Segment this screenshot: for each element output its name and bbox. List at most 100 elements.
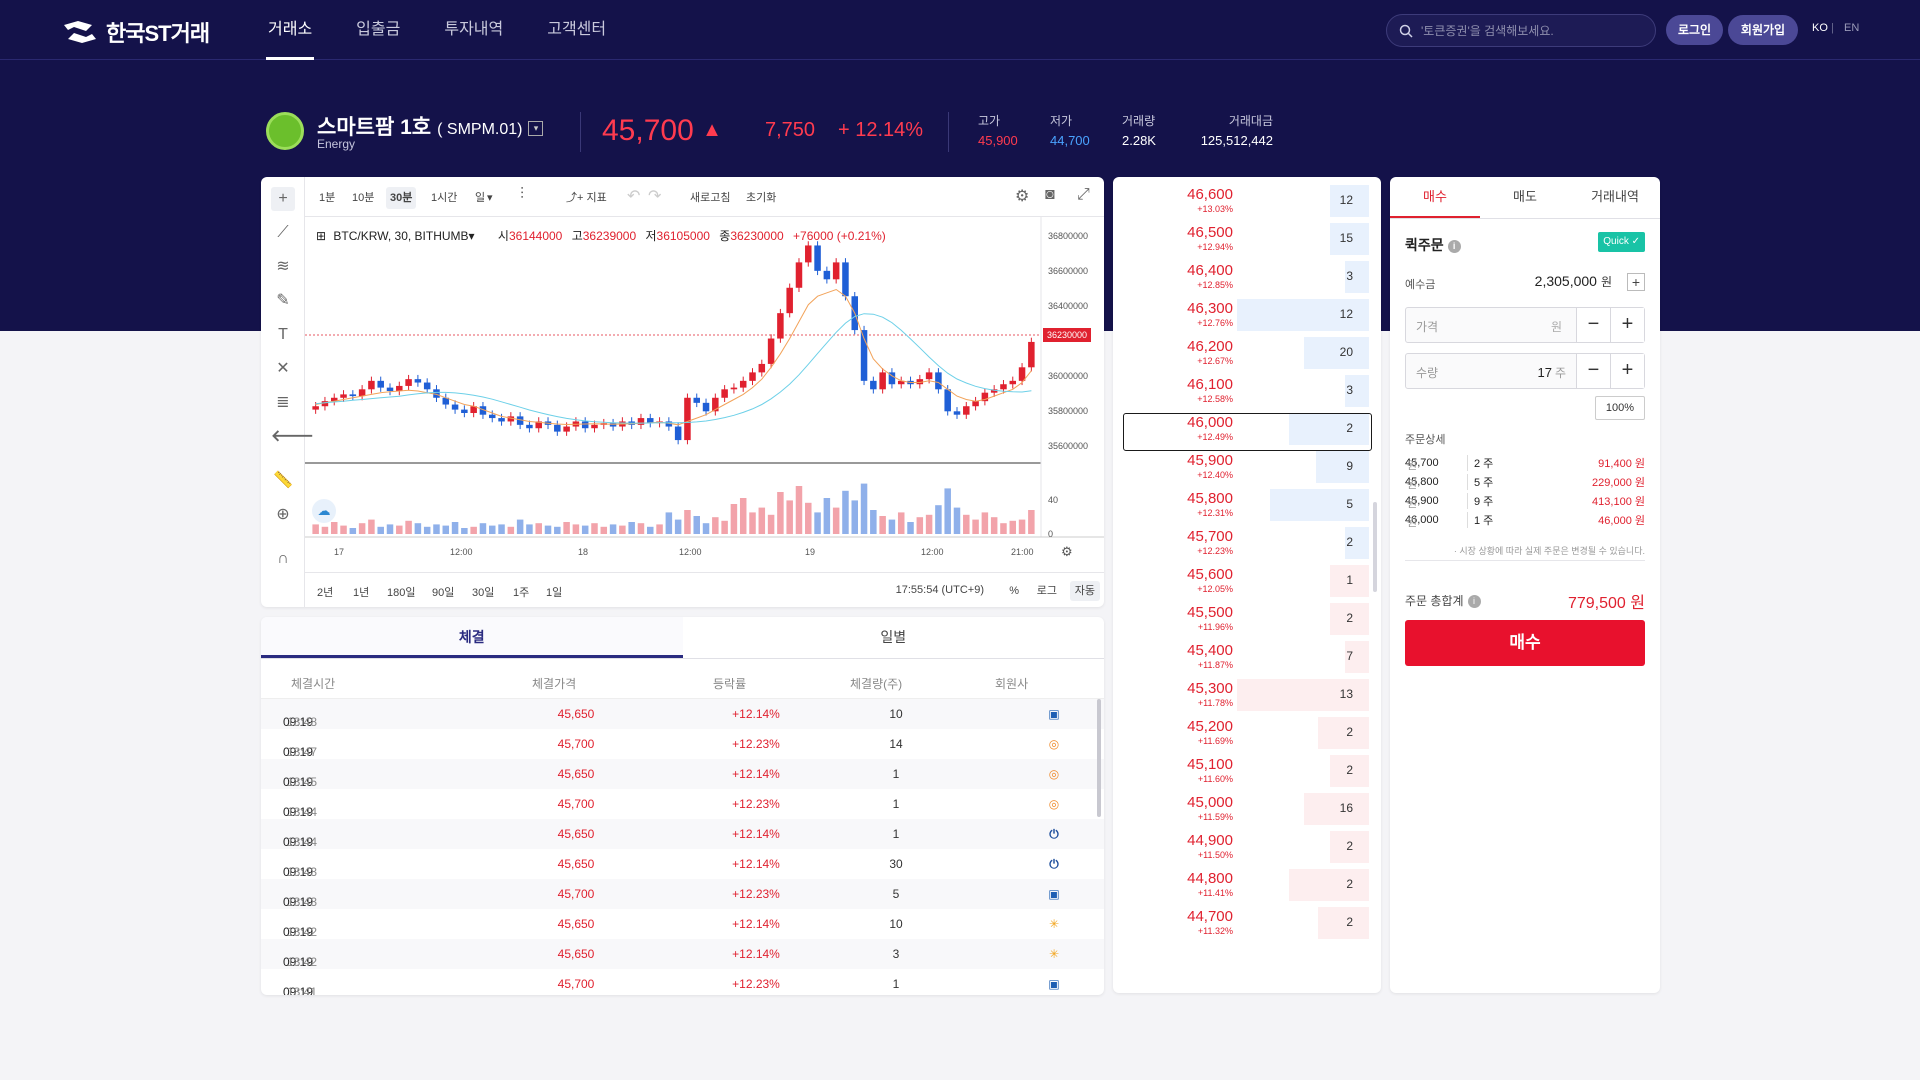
axis-settings-icon[interactable]: ⚙ (1061, 544, 1073, 560)
timeframe-1h[interactable]: 1시간 (427, 187, 461, 209)
range-1w[interactable]: 1주 (513, 584, 529, 600)
orderbook-row[interactable]: 45,300 +11.78% 13 (1113, 675, 1381, 713)
orderbook-row[interactable]: 45,900 +12.40% 9 (1113, 447, 1381, 485)
orderbook-row[interactable]: 46,600 +13.03% 12 (1113, 181, 1381, 219)
info-icon[interactable]: i (1447, 239, 1461, 253)
current-price-value: 45,700 (602, 114, 694, 147)
trendline-icon[interactable]: ⟋ (271, 221, 295, 245)
menu-exchange[interactable]: 거래소 (265, 0, 315, 60)
logo[interactable]: 한국ST거래 (60, 16, 210, 48)
projection-icon[interactable]: ≣ (271, 391, 295, 415)
range-30d[interactable]: 30일 (472, 584, 494, 600)
pattern-icon[interactable]: ✕ (271, 357, 295, 381)
signup-button[interactable]: 회원가입 (1728, 15, 1798, 45)
range-180d[interactable]: 180일 (387, 584, 415, 600)
orderbook-row[interactable]: 45,400 +11.87% 7 (1113, 637, 1381, 675)
orderbook-selected-row[interactable] (1123, 413, 1372, 451)
orderbook-row[interactable]: 46,200 +12.67% 20 (1113, 333, 1381, 371)
timeframe-1m[interactable]: 1분 (315, 187, 339, 209)
chevron-down-icon[interactable]: ▾ (528, 120, 544, 136)
text-icon[interactable]: T (271, 323, 295, 347)
orderbook-row[interactable]: 45,700 +12.23% 2 (1113, 523, 1381, 561)
redo-icon[interactable]: ↷ (648, 186, 661, 206)
tab-daily[interactable]: 일별 (683, 617, 1105, 658)
percent-scale-button[interactable]: % (1004, 581, 1024, 601)
orderbook-row[interactable]: 45,600 +12.05% 1 (1113, 561, 1381, 599)
fib-icon[interactable]: ≋ (271, 255, 295, 279)
candle-type-icon[interactable]: ⫶ (520, 186, 524, 204)
indicator-button[interactable]: ⤴+ 지표 (562, 187, 611, 209)
search-input[interactable] (1421, 23, 1641, 38)
fullscreen-icon[interactable]: ⤢ (1077, 186, 1090, 204)
orderbook-row[interactable]: 46,100 +12.58% 3 (1113, 371, 1381, 409)
lang-ko[interactable]: KO (1812, 22, 1828, 34)
zoom-in-icon[interactable]: ⊕ (271, 503, 295, 527)
orderbook-row[interactable]: 45,800 +12.31% 5 (1113, 485, 1381, 523)
magnet-icon[interactable]: ∩ (271, 547, 295, 571)
tab-sell[interactable]: 매도 (1480, 177, 1570, 218)
range-1y[interactable]: 1년 (353, 584, 369, 600)
timeframe-10m[interactable]: 10분 (348, 187, 378, 209)
cloud-icon[interactable]: ☁ (312, 499, 336, 523)
login-button[interactable]: 로그인 (1666, 15, 1723, 45)
refresh-button[interactable]: 새로고침 (686, 187, 734, 209)
ruler-icon[interactable]: 📏 (271, 469, 295, 493)
trades-scrollbar[interactable] (1097, 699, 1101, 817)
tab-executions[interactable]: 체결 (261, 617, 683, 658)
quick-toggle[interactable]: Quick ✓ (1598, 232, 1645, 252)
orderbook-row[interactable]: 44,800 +11.41% 2 (1113, 865, 1381, 903)
tab-buy[interactable]: 매수 (1390, 177, 1480, 218)
legend-symbol[interactable]: BTC/KRW, 30, BITHUMB (333, 229, 468, 243)
chevron-down-icon[interactable]: ▾ (469, 229, 475, 243)
orderbook-qty: 3 (1346, 269, 1353, 283)
trade-rate: +12.14% (732, 827, 780, 841)
tab-history[interactable]: 거래내역 (1570, 177, 1660, 218)
quantity-minus-button[interactable]: − (1576, 354, 1610, 388)
orderbook-row[interactable]: 45,100 +11.60% 2 (1113, 751, 1381, 789)
chart-clock[interactable]: 17:55:54 (UTC+9) (896, 584, 984, 596)
lang-en[interactable]: EN (1844, 22, 1859, 34)
range-2y[interactable]: 2년 (317, 584, 333, 600)
range-90d[interactable]: 90일 (432, 584, 454, 600)
timeframe-30m[interactable]: 30분 (386, 187, 417, 209)
menu-investment-history[interactable]: 투자내역 (444, 0, 503, 60)
orderbook-row[interactable]: 46,400 +12.85% 3 (1113, 257, 1381, 295)
arrow-left-icon[interactable]: 🡐 (271, 425, 314, 449)
quantity-value: 17 주 (1537, 364, 1566, 381)
candle-body (358, 389, 366, 397)
auto-scale-button[interactable]: 자동 (1069, 581, 1100, 601)
menu-customer-center[interactable]: 고객센터 (547, 0, 606, 60)
legend-toggle-icon[interactable]: ⊞ (316, 229, 326, 243)
orderbook-row[interactable]: 44,900 +11.50% 2 (1113, 827, 1381, 865)
trade-clock: 13:41 (287, 985, 318, 995)
range-1d[interactable]: 1일 (546, 584, 562, 600)
reset-button[interactable]: 초기화 (742, 187, 780, 209)
orderbook-price: 45,400 (1187, 642, 1233, 659)
menu-deposit-withdraw[interactable]: 입출금 (356, 0, 400, 60)
camera-icon[interactable]: ◙ (1045, 186, 1055, 204)
trade-qty: 1 (892, 977, 900, 991)
orderbook-scrollbar[interactable] (1373, 502, 1377, 592)
buy-button[interactable]: 매수 (1405, 620, 1645, 666)
orderbook-row[interactable]: 45,000 +11.59% 16 (1113, 789, 1381, 827)
price-field[interactable]: 가격 원 − + (1405, 307, 1645, 343)
log-scale-button[interactable]: 로그 (1032, 581, 1062, 601)
info-icon[interactable]: i (1467, 595, 1481, 609)
quantity-field[interactable]: 수량 17 주 − + (1405, 353, 1645, 389)
crosshair-icon[interactable]: + (271, 187, 295, 211)
price-plus-button[interactable]: + (1610, 308, 1644, 342)
orderbook-row[interactable]: 45,500 +11.96% 2 (1113, 599, 1381, 637)
quantity-plus-button[interactable]: + (1610, 354, 1644, 388)
percent-100-button[interactable]: 100% (1595, 396, 1645, 420)
chevron-down-icon[interactable]: ▾ (483, 187, 497, 209)
orderbook-row[interactable]: 44,700 +11.32% 2 (1113, 903, 1381, 941)
orderbook-row[interactable]: 46,500 +12.94% 15 (1113, 219, 1381, 257)
plus-icon[interactable]: + (1627, 273, 1645, 291)
brush-icon[interactable]: ✎ (271, 289, 295, 313)
orderbook-row[interactable]: 45,200 +11.69% 2 (1113, 713, 1381, 751)
search-box[interactable] (1386, 14, 1656, 47)
orderbook-row[interactable]: 46,300 +12.76% 12 (1113, 295, 1381, 333)
gear-icon[interactable]: ⚙ (1015, 186, 1029, 206)
price-minus-button[interactable]: − (1576, 308, 1610, 342)
undo-icon[interactable]: ↶ (627, 186, 640, 206)
